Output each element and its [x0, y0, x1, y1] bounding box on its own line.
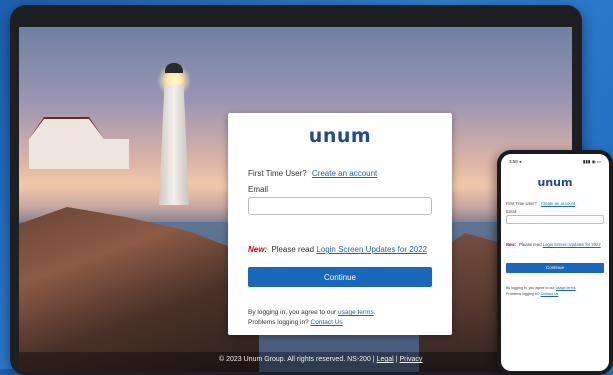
phone-terms-text: By logging in, you agree to our: [506, 286, 555, 290]
privacy-link[interactable]: Privacy: [399, 356, 422, 363]
lighthouse-lantern: [165, 63, 183, 73]
phone-usage-terms-link[interactable]: usage terms: [556, 286, 576, 290]
login-updates-link[interactable]: Login Screen Updates for 2022: [316, 245, 427, 254]
problems-row: Problems logging in? Contact Us: [248, 319, 343, 326]
login-card: unum First Time User? Create an account …: [228, 113, 452, 335]
phone-notice-row: New: Please read Login Screen Updates fo…: [506, 242, 606, 248]
phone-first-time-row: First Time User? Create an account: [506, 201, 575, 206]
login-background-photo: unum First Time User? Create an account …: [19, 27, 572, 372]
phone-create-account-link[interactable]: Create an account: [541, 201, 575, 206]
phone-continue-button[interactable]: Continue: [506, 263, 604, 273]
footer-separator: |: [372, 356, 375, 363]
email-field[interactable]: [248, 197, 432, 215]
terms-row: By logging in, you agree to our usage te…: [248, 309, 376, 316]
phone-problems-row: Problems logging in? Contact Us: [506, 292, 558, 296]
phone-contact-us-link[interactable]: Contact Us: [541, 292, 559, 296]
notice-row: New: Please read Login Screen Updates fo…: [248, 245, 427, 254]
new-badge: New:: [248, 245, 268, 254]
footer-separator: |: [395, 356, 398, 363]
email-label: Email: [248, 185, 269, 194]
phone-frame: 3:59 ◂ ▮▮▮ ◉ ▭ unum First Time User? Cre…: [497, 150, 613, 375]
keeper-house: [29, 119, 129, 169]
lighthouse: [159, 85, 189, 205]
copyright-text: © 2023 Unum Group. All rights reserved. …: [219, 356, 371, 363]
unum-logo: unum: [308, 125, 372, 147]
usage-terms-link[interactable]: usage terms: [338, 309, 374, 316]
phone-new-badge: New:: [506, 242, 517, 247]
phone-screen: 3:59 ◂ ▮▮▮ ◉ ▭ unum First Time User? Cre…: [501, 154, 609, 371]
phone-login-updates-link[interactable]: Login Screen Updates for 2022: [543, 242, 601, 247]
problems-text: Problems logging in?: [248, 319, 309, 326]
phone-email-field[interactable]: [506, 215, 604, 224]
phone-first-time-text: First Time User?: [506, 201, 537, 206]
continue-button[interactable]: Continue: [248, 267, 432, 287]
legal-link[interactable]: Legal: [377, 356, 394, 363]
phone-terms-row: By logging in, you agree to our usage te…: [506, 286, 576, 290]
create-account-link[interactable]: Create an account: [312, 169, 377, 178]
phone-problems-text: Problems logging in?: [506, 292, 540, 296]
contact-us-link[interactable]: Contact Us: [311, 319, 343, 326]
phone-status-time: 3:59 ◂: [509, 159, 522, 164]
phone-unum-logo: unum: [537, 176, 573, 189]
phone-notice-text: Please read: [519, 242, 542, 247]
terms-period: .: [373, 309, 376, 316]
footer: © 2023 Unum Group. All rights reserved. …: [219, 356, 519, 363]
phone-status-icons: ▮▮▮ ◉ ▭: [582, 159, 601, 164]
first-time-text: First Time User?: [248, 169, 307, 178]
notice-text: Please read: [271, 245, 315, 254]
first-time-row: First Time User? Create an account: [248, 169, 377, 178]
terms-text: By logging in, you agree to our: [248, 309, 337, 316]
phone-email-label: Email: [506, 209, 517, 214]
